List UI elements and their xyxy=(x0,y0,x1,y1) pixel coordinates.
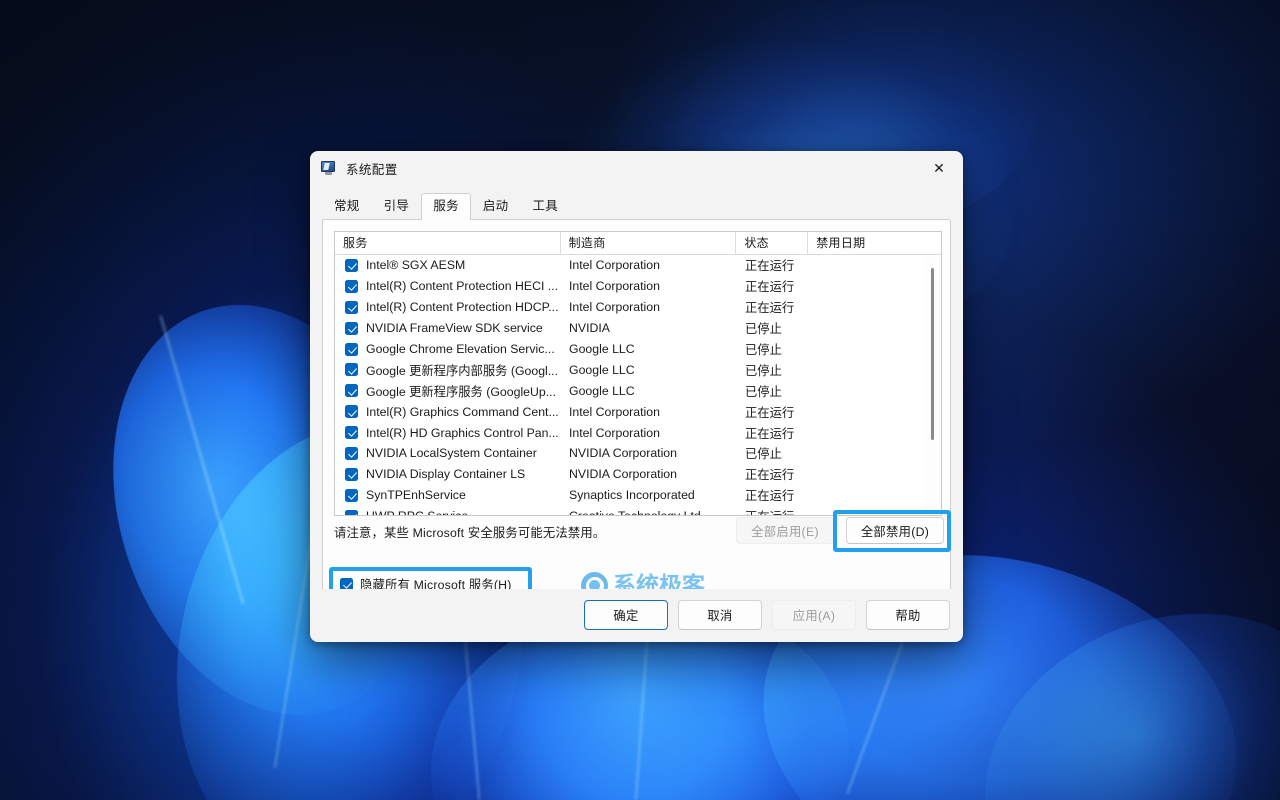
checkbox-checked-icon[interactable] xyxy=(345,468,358,481)
column-header-manufacturer[interactable]: 制造商 xyxy=(561,232,737,255)
cell-service-name: Google 更新程序内部服务 (Googl... xyxy=(366,361,561,379)
table-row[interactable]: SynTPEnhServiceSynaptics Incorporated正在运… xyxy=(335,485,941,506)
cell-status: 正在运行 xyxy=(737,298,809,316)
table-row[interactable]: UWP RPC ServiceCreative Technology Ltd正在… xyxy=(335,506,941,516)
cancel-button[interactable]: 取消 xyxy=(678,600,762,630)
tab-boot[interactable]: 引导 xyxy=(372,193,422,219)
cell-status: 已停止 xyxy=(737,444,809,462)
cell-manufacturer: Intel Corporation xyxy=(561,300,737,314)
cell-manufacturer: Synaptics Incorporated xyxy=(561,488,737,502)
checkbox-checked-icon[interactable] xyxy=(345,447,358,460)
cell-status: 正在运行 xyxy=(737,256,809,274)
table-row[interactable]: NVIDIA FrameView SDK serviceNVIDIA已停止 xyxy=(335,318,941,339)
services-listbox[interactable]: 服务 制造商 状态 禁用日期 Intel® SGX AESMIntel Corp… xyxy=(334,231,942,516)
disable-all-button[interactable]: 全部禁用(D) xyxy=(846,517,944,544)
checkbox-checked-icon[interactable] xyxy=(345,363,358,376)
cell-manufacturer: NVIDIA Corporation xyxy=(561,446,737,460)
checkbox-checked-icon[interactable] xyxy=(345,280,358,293)
ok-button[interactable]: 确定 xyxy=(584,600,668,630)
dialog-footer: 确定 取消 应用(A) 帮助 xyxy=(311,589,962,641)
cell-manufacturer: Intel Corporation xyxy=(561,426,737,440)
services-panel: 服务 制造商 状态 禁用日期 Intel® SGX AESMIntel Corp… xyxy=(322,219,951,617)
cell-service-name: Intel(R) Graphics Command Cent... xyxy=(366,405,561,419)
cell-status: 正在运行 xyxy=(737,403,809,421)
checkbox-checked-icon[interactable] xyxy=(345,489,358,502)
cell-service-name: Google Chrome Elevation Servic... xyxy=(366,342,561,356)
services-scrollbar[interactable] xyxy=(925,256,940,515)
table-row[interactable]: Google Chrome Elevation Servic...Google … xyxy=(335,339,941,360)
close-icon[interactable]: ✕ xyxy=(916,152,962,184)
checkbox-checked-icon[interactable] xyxy=(345,405,358,418)
checkbox-checked-icon[interactable] xyxy=(345,510,358,516)
cell-status: 正在运行 xyxy=(737,486,809,504)
cell-service-name: Intel(R) HD Graphics Control Pan... xyxy=(366,426,561,440)
services-note: 请注意，某些 Microsoft 安全服务可能无法禁用。 xyxy=(334,523,605,541)
desktop: 系统配置 ✕ 常规 引导 服务 启动 工具 服务 制造商 状态 禁用日期 Int… xyxy=(0,0,1280,800)
column-header-service[interactable]: 服务 xyxy=(335,232,561,255)
cell-status: 已停止 xyxy=(737,340,809,358)
table-row[interactable]: Intel(R) HD Graphics Control Pan...Intel… xyxy=(335,422,941,443)
table-row[interactable]: NVIDIA LocalSystem ContainerNVIDIA Corpo… xyxy=(335,443,941,464)
column-header-disable-date[interactable]: 禁用日期 xyxy=(808,232,941,255)
checkbox-checked-icon[interactable] xyxy=(345,301,358,314)
apply-button[interactable]: 应用(A) xyxy=(772,600,856,630)
cell-manufacturer: Google LLC xyxy=(561,363,737,377)
table-row[interactable]: Intel® SGX AESMIntel Corporation正在运行 xyxy=(335,255,941,276)
cell-manufacturer: NVIDIA Corporation xyxy=(561,467,737,481)
cell-status: 正在运行 xyxy=(737,277,809,295)
cell-service-name: Intel(R) Content Protection HECI ... xyxy=(366,279,561,293)
table-row[interactable]: Google 更新程序内部服务 (Googl...Google LLC已停止 xyxy=(335,359,941,380)
cell-manufacturer: Intel Corporation xyxy=(561,279,737,293)
cell-manufacturer: Google LLC xyxy=(561,342,737,356)
cell-status: 已停止 xyxy=(737,361,809,379)
cell-status: 正在运行 xyxy=(737,465,809,483)
scrollbar-thumb[interactable] xyxy=(931,268,934,440)
table-row[interactable]: NVIDIA Display Container LSNVIDIA Corpor… xyxy=(335,464,941,485)
checkbox-checked-icon[interactable] xyxy=(345,259,358,272)
cell-manufacturer: NVIDIA xyxy=(561,321,737,335)
table-row[interactable]: Google 更新程序服务 (GoogleUp...Google LLC已停止 xyxy=(335,380,941,401)
cell-status: 已停止 xyxy=(737,382,809,400)
checkbox-checked-icon[interactable] xyxy=(345,343,358,356)
tab-startup[interactable]: 启动 xyxy=(471,193,521,219)
help-button[interactable]: 帮助 xyxy=(866,600,950,630)
table-row[interactable]: Intel(R) Graphics Command Cent...Intel C… xyxy=(335,401,941,422)
cell-manufacturer: Intel Corporation xyxy=(561,405,737,419)
table-row[interactable]: Intel(R) Content Protection HDCP...Intel… xyxy=(335,297,941,318)
cell-service-name: NVIDIA Display Container LS xyxy=(366,467,561,481)
cell-status: 已停止 xyxy=(737,319,809,337)
cell-service-name: NVIDIA FrameView SDK service xyxy=(366,321,561,335)
cell-status: 正在运行 xyxy=(737,507,809,516)
table-row[interactable]: Intel(R) Content Protection HECI ...Inte… xyxy=(335,276,941,297)
enable-all-button[interactable]: 全部启用(E) xyxy=(736,517,834,544)
cell-service-name: SynTPEnhService xyxy=(366,488,561,502)
tab-general[interactable]: 常规 xyxy=(322,193,372,219)
cell-service-name: Google 更新程序服务 (GoogleUp... xyxy=(366,382,561,400)
tab-tools[interactable]: 工具 xyxy=(520,193,570,219)
checkbox-checked-icon[interactable] xyxy=(345,426,358,439)
cell-service-name: Intel® SGX AESM xyxy=(366,258,561,272)
checkbox-checked-icon[interactable] xyxy=(345,322,358,335)
services-table-header: 服务 制造商 状态 禁用日期 xyxy=(335,232,941,255)
checkbox-checked-icon[interactable] xyxy=(345,384,358,397)
cell-manufacturer: Creative Technology Ltd xyxy=(561,509,737,516)
title-bar: 系统配置 ✕ xyxy=(311,152,962,184)
cell-manufacturer: Google LLC xyxy=(561,384,737,398)
column-header-status[interactable]: 状态 xyxy=(736,232,808,255)
services-table-body: Intel® SGX AESMIntel Corporation正在运行Inte… xyxy=(335,255,941,516)
cell-service-name: NVIDIA LocalSystem Container xyxy=(366,446,561,460)
tab-strip: 常规 引导 服务 启动 工具 xyxy=(311,192,962,219)
cell-service-name: UWP RPC Service xyxy=(366,509,561,516)
cell-service-name: Intel(R) Content Protection HDCP... xyxy=(366,300,561,314)
window-title: 系统配置 xyxy=(346,159,398,178)
tab-services[interactable]: 服务 xyxy=(421,193,471,220)
system-configuration-icon xyxy=(321,160,337,176)
system-configuration-dialog: 系统配置 ✕ 常规 引导 服务 启动 工具 服务 制造商 状态 禁用日期 Int… xyxy=(310,151,963,642)
cell-manufacturer: Intel Corporation xyxy=(561,258,737,272)
cell-status: 正在运行 xyxy=(737,424,809,442)
